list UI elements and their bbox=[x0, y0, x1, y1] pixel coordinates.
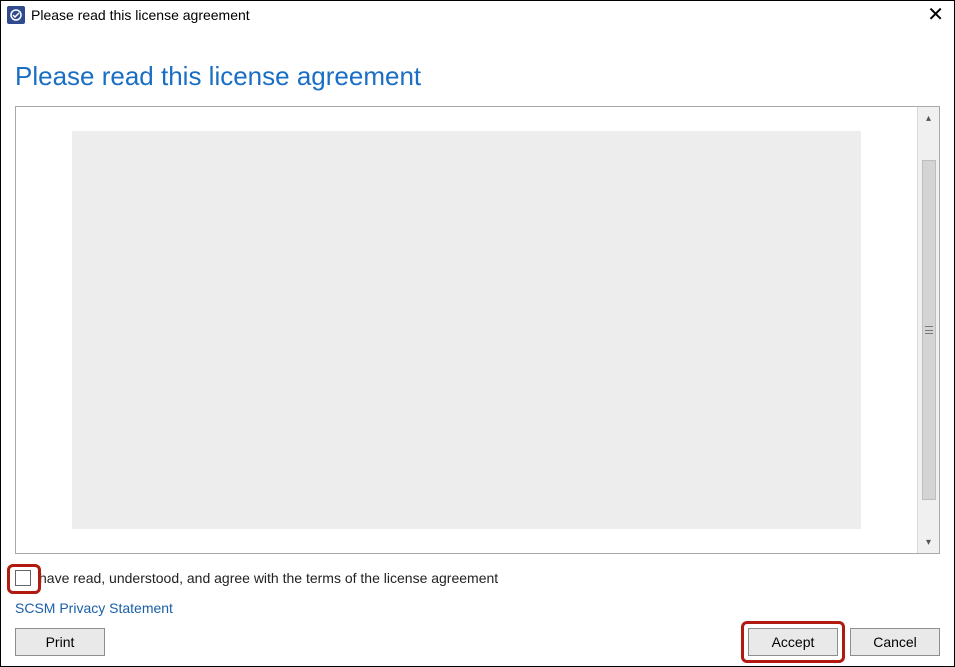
titlebar-left: Please read this license agreement bbox=[7, 6, 250, 24]
titlebar: Please read this license agreement ✕ bbox=[1, 1, 954, 29]
privacy-statement-link[interactable]: SCSM Privacy Statement bbox=[15, 600, 940, 616]
cancel-button[interactable]: Cancel bbox=[850, 628, 940, 656]
content-area: Please read this license agreement ▴ ▾ h… bbox=[1, 29, 954, 666]
window-title: Please read this license agreement bbox=[31, 7, 250, 23]
scroll-down-icon[interactable]: ▾ bbox=[920, 533, 938, 551]
accept-button[interactable]: Accept bbox=[748, 628, 838, 656]
license-text-placeholder bbox=[72, 131, 861, 529]
button-row-right: Accept Cancel bbox=[748, 628, 940, 656]
accept-button-wrap: Accept bbox=[748, 628, 838, 656]
scroll-up-icon[interactable]: ▴ bbox=[920, 109, 938, 127]
button-row: Print Accept Cancel bbox=[15, 628, 940, 656]
scroll-thumb[interactable] bbox=[922, 160, 936, 500]
app-icon bbox=[7, 6, 25, 24]
license-text-body bbox=[16, 107, 917, 553]
page-heading: Please read this license agreement bbox=[15, 61, 940, 92]
license-text-frame: ▴ ▾ bbox=[15, 106, 940, 554]
agree-label: have read, understood, and agree with th… bbox=[39, 570, 498, 586]
close-icon[interactable]: ✕ bbox=[923, 5, 948, 25]
agree-row: have read, understood, and agree with th… bbox=[15, 570, 940, 586]
agree-checkbox[interactable] bbox=[15, 570, 31, 586]
scrollbar-vertical[interactable]: ▴ ▾ bbox=[917, 107, 939, 553]
print-button[interactable]: Print bbox=[15, 628, 105, 656]
